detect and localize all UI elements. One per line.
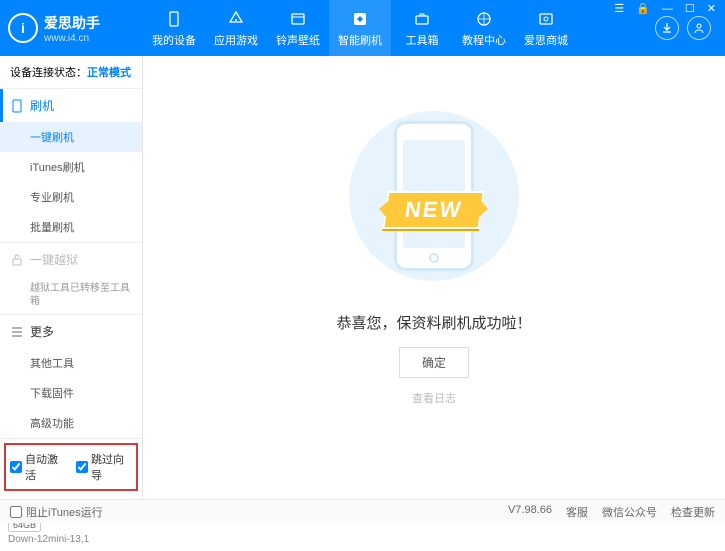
nav-icon-1 bbox=[226, 9, 246, 29]
footer: 阻止iTunes运行 V7.98.66 客服 微信公众号 检查更新 bbox=[0, 499, 725, 523]
ok-button[interactable]: 确定 bbox=[399, 347, 469, 378]
nav-tab-4[interactable]: 工具箱 bbox=[391, 0, 453, 56]
phone-icon bbox=[10, 99, 24, 113]
checkbox-skip-guide[interactable]: 跳过向导 bbox=[76, 451, 132, 483]
app-url: www.i4.cn bbox=[44, 33, 100, 44]
nav-icon-0 bbox=[164, 9, 184, 29]
sidebar-head-more-label: 更多 bbox=[30, 323, 54, 340]
nav-label-5: 教程中心 bbox=[462, 32, 506, 48]
lock-open-icon bbox=[10, 253, 24, 267]
device-model: Down-12mini-13,1 bbox=[8, 534, 134, 545]
menu-icon[interactable]: ☰ bbox=[611, 2, 627, 15]
header-right bbox=[655, 16, 711, 40]
nav-tab-3[interactable]: 智能刷机 bbox=[329, 0, 391, 56]
nav-label-1: 应用游戏 bbox=[214, 32, 258, 48]
nav-label-4: 工具箱 bbox=[406, 32, 439, 48]
sidebar-head-jailbreak[interactable]: 一键越狱 bbox=[0, 243, 142, 276]
download-icon[interactable] bbox=[655, 16, 679, 40]
user-icon[interactable] bbox=[687, 16, 711, 40]
close-icon[interactable]: ✕ bbox=[704, 2, 719, 15]
options-highlight: 自动激活 跳过向导 bbox=[4, 443, 138, 491]
block-itunes-input[interactable] bbox=[10, 506, 22, 518]
minimize-icon[interactable]: — bbox=[659, 3, 676, 15]
status-label: 设备连接状态： bbox=[10, 67, 87, 79]
sidebar-item-more-1[interactable]: 下载固件 bbox=[0, 378, 142, 408]
status-value: 正常模式 bbox=[87, 67, 131, 79]
maximize-icon[interactable]: ☐ bbox=[682, 2, 698, 15]
checkbox-auto-activate-input[interactable] bbox=[10, 461, 22, 473]
sidebar-item-flash-3[interactable]: 批量刷机 bbox=[0, 212, 142, 242]
nav-icon-2 bbox=[288, 9, 308, 29]
version-label: V7.98.66 bbox=[508, 504, 552, 520]
app-name: 爱思助手 bbox=[44, 13, 100, 33]
nav-tab-0[interactable]: 我的设备 bbox=[143, 0, 205, 56]
main-content: NEW 恭喜您，保资料刷机成功啦！ 确定 查看日志 bbox=[143, 56, 725, 499]
sidebar-item-flash-1[interactable]: iTunes刷机 bbox=[0, 152, 142, 182]
sidebar-item-flash-2[interactable]: 专业刷机 bbox=[0, 182, 142, 212]
logo-area: i 爱思助手 www.i4.cn bbox=[8, 13, 143, 44]
nav-label-6: 爱思商城 bbox=[524, 32, 568, 48]
success-illustration: NEW bbox=[344, 96, 524, 296]
sidebar-head-flash-label: 刷机 bbox=[30, 97, 54, 114]
connection-status: 设备连接状态：正常模式 bbox=[0, 56, 142, 89]
nav-tab-5[interactable]: 教程中心 bbox=[453, 0, 515, 56]
sidebar-item-more-2[interactable]: 高级功能 bbox=[0, 408, 142, 438]
logo-icon: i bbox=[8, 13, 38, 43]
checkbox-skip-guide-input[interactable] bbox=[76, 461, 88, 473]
sidebar-head-more[interactable]: 更多 bbox=[0, 315, 142, 348]
sidebar-head-flash[interactable]: 刷机 bbox=[0, 89, 142, 122]
nav-label-3: 智能刷机 bbox=[338, 32, 382, 48]
new-ribbon: NEW bbox=[383, 191, 486, 229]
nav-icon-4 bbox=[412, 9, 432, 29]
checkbox-auto-activate-label: 自动激活 bbox=[25, 451, 66, 483]
nav-icon-3 bbox=[350, 9, 370, 29]
nav-tab-6[interactable]: 爱思商城 bbox=[515, 0, 577, 56]
block-itunes-checkbox[interactable]: 阻止iTunes运行 bbox=[10, 504, 103, 520]
nav-label-0: 我的设备 bbox=[152, 32, 196, 48]
sidebar-item-flash-0[interactable]: 一键刷机 bbox=[0, 122, 142, 152]
checkbox-skip-guide-label: 跳过向导 bbox=[91, 451, 132, 483]
checkbox-auto-activate[interactable]: 自动激活 bbox=[10, 451, 66, 483]
customer-service-link[interactable]: 客服 bbox=[566, 504, 588, 520]
check-update-link[interactable]: 检查更新 bbox=[671, 504, 715, 520]
jailbreak-note: 越狱工具已转移至工具箱 bbox=[0, 276, 142, 314]
nav-label-2: 铃声壁纸 bbox=[276, 32, 320, 48]
lock-icon[interactable]: 🔒 bbox=[633, 2, 653, 15]
view-log-link[interactable]: 查看日志 bbox=[412, 390, 456, 406]
nav-icon-6 bbox=[536, 9, 556, 29]
wechat-link[interactable]: 微信公众号 bbox=[602, 504, 657, 520]
sidebar-head-jailbreak-label: 一键越狱 bbox=[30, 251, 78, 268]
list-icon bbox=[10, 325, 24, 339]
window-controls: ☰ 🔒 — ☐ ✕ bbox=[611, 2, 719, 15]
success-message: 恭喜您，保资料刷机成功啦！ bbox=[336, 312, 531, 333]
sidebar-item-more-0[interactable]: 其他工具 bbox=[0, 348, 142, 378]
sidebar: 设备连接状态：正常模式 刷机 一键刷机iTunes刷机专业刷机批量刷机 一键越狱… bbox=[0, 56, 143, 499]
nav-icon-5 bbox=[474, 9, 494, 29]
nav-tab-2[interactable]: 铃声壁纸 bbox=[267, 0, 329, 56]
nav-tab-1[interactable]: 应用游戏 bbox=[205, 0, 267, 56]
nav-tabs: 我的设备 应用游戏 铃声壁纸 智能刷机 工具箱 教程中心 爱思商城 bbox=[143, 0, 655, 56]
block-itunes-label: 阻止iTunes运行 bbox=[26, 504, 103, 520]
